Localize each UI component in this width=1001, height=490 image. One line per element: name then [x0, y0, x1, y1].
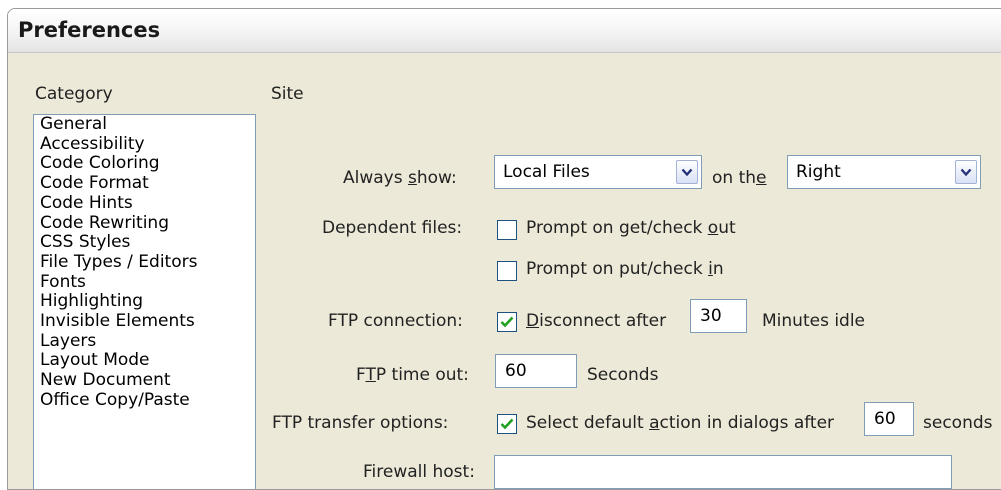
category-item[interactable]: Code Coloring — [34, 154, 255, 174]
ftp-timeout-value: 60 — [505, 361, 527, 381]
prompt-get-label[interactable]: Prompt on get/check out — [526, 218, 736, 238]
category-item[interactable]: General — [34, 115, 255, 135]
dependent-files-label: Dependent files: — [322, 218, 463, 238]
dialog-title: Preferences — [18, 18, 161, 42]
firewall-host-label: Firewall host: — [363, 462, 475, 482]
category-item[interactable]: Layers — [34, 331, 255, 352]
on-the-label: on the — [712, 168, 767, 188]
side-select[interactable]: Right — [787, 155, 981, 189]
category-item[interactable]: Office Copy/Paste — [34, 390, 255, 411]
preferences-dialog: Preferences Category General Accessibilit… — [7, 8, 1001, 490]
title-bar[interactable]: Preferences — [8, 9, 1001, 53]
always-show-label: Always show: — [343, 168, 457, 188]
checkmark-icon — [500, 418, 514, 430]
default-action-label[interactable]: Select default action in dialogs after — [526, 413, 834, 433]
minutes-idle-label: Minutes idle — [762, 311, 866, 331]
category-item[interactable]: Code Hints — [34, 193, 255, 214]
category-item[interactable]: Code Rewriting — [34, 213, 255, 234]
prompt-put-label[interactable]: Prompt on put/check in — [526, 259, 724, 279]
ftp-timeout-input[interactable]: 60 — [495, 354, 577, 388]
category-item[interactable]: File Types / Editors — [34, 252, 255, 273]
category-item[interactable]: Fonts — [34, 272, 255, 293]
chevron-down-icon[interactable] — [676, 160, 698, 184]
category-item[interactable]: CSS Styles — [34, 233, 255, 253]
prompt-put-checkbox[interactable] — [497, 261, 517, 281]
always-show-value: Local Files — [503, 162, 590, 182]
default-action-seconds-value: 60 — [874, 409, 896, 429]
category-item[interactable]: Accessibility — [34, 134, 255, 155]
seconds-label: Seconds — [587, 365, 659, 385]
always-show-select[interactable]: Local Files — [494, 155, 702, 189]
default-action-checkbox[interactable] — [497, 414, 517, 434]
category-item[interactable]: Code Format — [34, 173, 255, 194]
category-item[interactable]: Invisible Elements — [34, 311, 255, 332]
category-label: Category — [35, 84, 113, 104]
category-item[interactable]: Layout Mode — [34, 351, 255, 371]
section-title: Site — [271, 84, 304, 104]
ftp-timeout-label: FTP time out: — [356, 365, 469, 385]
disconnect-label[interactable]: Disconnect after — [526, 311, 666, 331]
disconnect-minutes-value: 30 — [700, 306, 722, 326]
ftp-transfer-label: FTP transfer options: — [272, 413, 449, 433]
prompt-get-checkbox[interactable] — [497, 220, 517, 240]
checkmark-icon — [500, 316, 514, 328]
category-list[interactable]: General Accessibility Code Coloring Code Fo… — [33, 114, 256, 489]
transfer-seconds-label: seconds — [923, 413, 993, 433]
disconnect-minutes-input[interactable]: 30 — [690, 299, 747, 333]
disconnect-checkbox[interactable] — [497, 312, 517, 332]
chevron-down-icon[interactable] — [955, 160, 977, 184]
category-item[interactable]: New Document — [34, 370, 255, 391]
firewall-host-input[interactable] — [494, 455, 952, 489]
default-action-seconds-input[interactable]: 60 — [864, 402, 914, 436]
category-item[interactable]: Highlighting — [34, 292, 255, 312]
side-value: Right — [796, 162, 841, 182]
ftp-connection-label: FTP connection: — [328, 311, 463, 331]
